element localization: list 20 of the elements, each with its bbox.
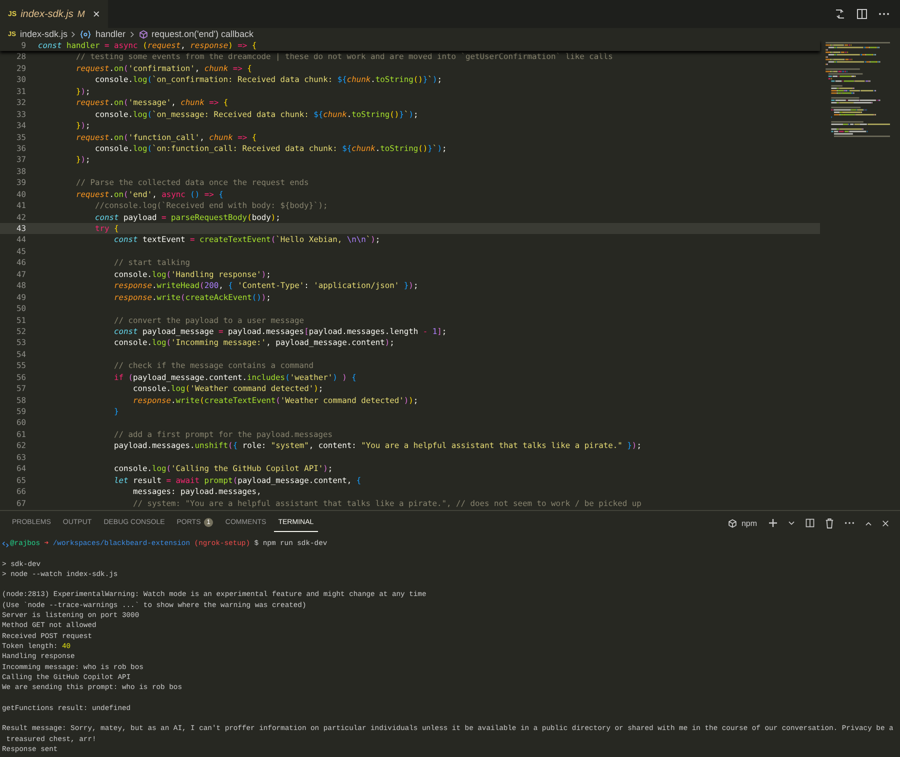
terminal-profile-icon[interactable] xyxy=(728,518,738,528)
terminal-profile-label[interactable]: npm xyxy=(741,518,757,528)
cube-icon xyxy=(138,30,148,38)
breadcrumb-item[interactable]: index-sdk.js xyxy=(20,29,68,39)
trash-icon[interactable] xyxy=(825,518,834,528)
breadcrumb-item[interactable]: request.on('end') callback xyxy=(152,29,254,39)
more-icon[interactable] xyxy=(844,521,855,525)
split-terminal-icon[interactable] xyxy=(805,518,815,528)
breadcrumb-item[interactable]: handler xyxy=(95,29,126,39)
split-editor-icon[interactable] xyxy=(856,8,868,20)
more-icon[interactable] xyxy=(878,12,890,16)
chevron-right-icon xyxy=(71,30,76,38)
chevron-right-icon xyxy=(130,30,135,38)
plus-icon[interactable] xyxy=(768,518,778,528)
chevron-down-icon[interactable] xyxy=(788,520,795,526)
compare-icon[interactable] xyxy=(834,8,846,20)
braces-icon xyxy=(80,30,92,38)
chevron-up-icon[interactable] xyxy=(865,520,872,526)
remote-icon xyxy=(2,540,9,548)
close-icon[interactable] xyxy=(882,520,889,526)
